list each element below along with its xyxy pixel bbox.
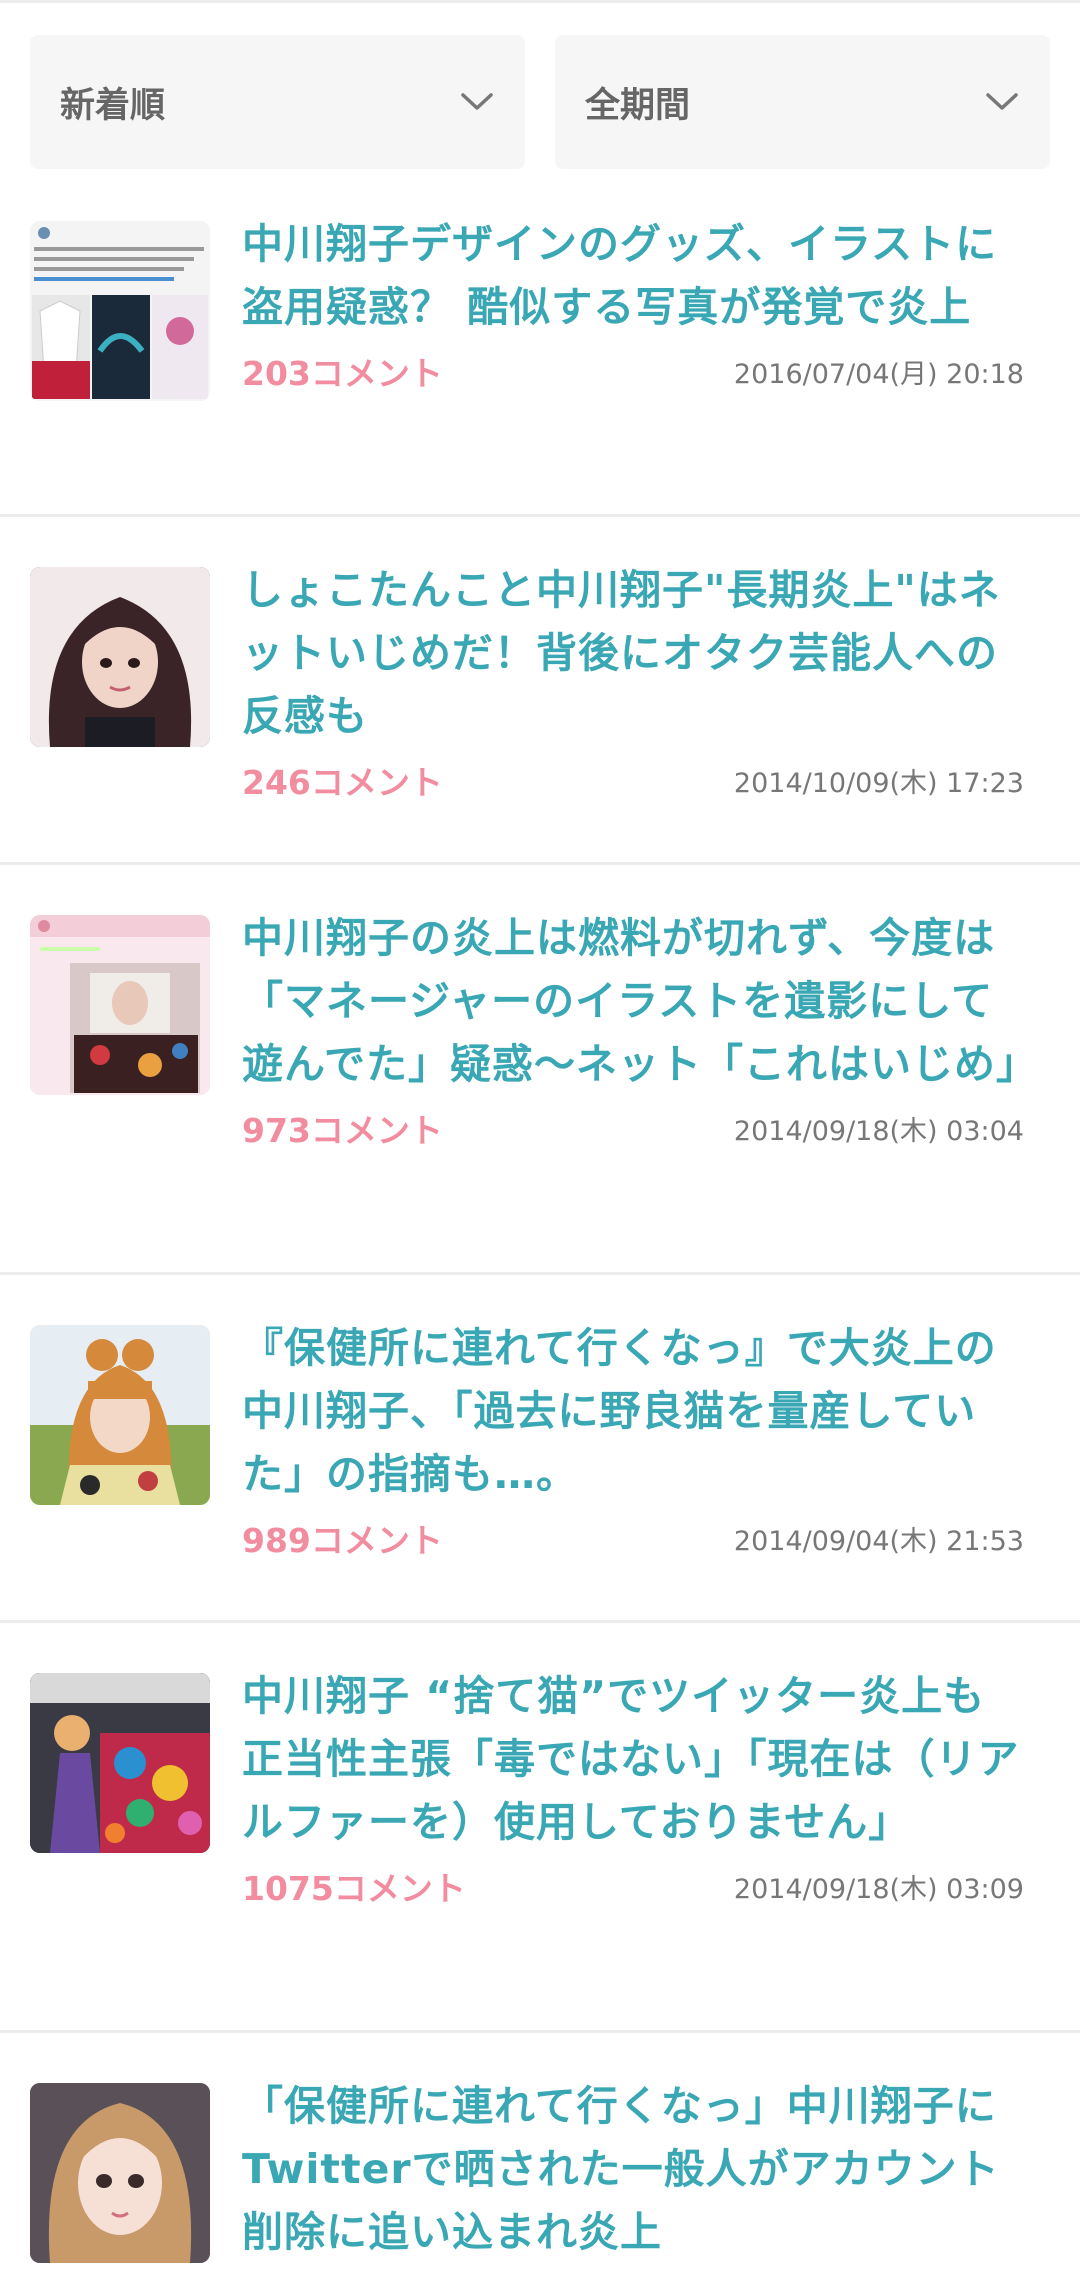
article-date: 2014/09/04(木) 21:53: [733, 1525, 1024, 1557]
article-content: 「保健所に連れて行くなっ」中川翔子にTwitterで晒された一般人がアカウント削…: [242, 2082, 1050, 2293]
article-thumbnail[interactable]: [30, 1673, 210, 1853]
article-item[interactable]: しょこたんこと中川翔子"長期炎上"はネットいじめだ！背後にオタク芸能人への反感も…: [0, 517, 1080, 865]
article-content: 『保健所に連れて行くなっ』で大炎上の中川翔子、「過去に野良猫を量産していた」の指…: [242, 1324, 1050, 1620]
article-thumbnail[interactable]: [30, 2083, 210, 2263]
article-content: しょこたんこと中川翔子"長期炎上"はネットいじめだ！背後にオタク芸能人への反感も…: [242, 566, 1050, 862]
article-item[interactable]: 中川翔子の炎上は燃料が切れず、今度は「マネージャーのイラストを遺影にして遊んでた…: [0, 865, 1080, 1275]
article-thumbnail[interactable]: [30, 1325, 210, 1505]
sort-dropdown-label: 新着順: [60, 85, 166, 126]
comment-count[interactable]: 246コメント: [242, 756, 443, 804]
comment-count[interactable]: 203コメント: [242, 347, 443, 395]
article-thumbnail[interactable]: [30, 567, 210, 747]
article-date: 2016/07/04(月) 20:18: [733, 358, 1024, 390]
article-title[interactable]: 中川翔子の炎上は燃料が切れず、今度は「マネージャーのイラストを遺影にして遊んでた…: [242, 907, 1037, 1096]
article-thumbnail[interactable]: [30, 221, 210, 401]
article-title[interactable]: 中川翔子デザインのグッズ、イラストに盗用疑惑？ 酷似する写真が発覚で炎上: [242, 213, 1020, 339]
article-item[interactable]: 『保健所に連れて行くなっ』で大炎上の中川翔子、「過去に野良猫を量産していた」の指…: [0, 1275, 1080, 1623]
article-item[interactable]: 中川翔子 “捨て猫”でツイッター炎上も正当性主張「毒ではない」「現在は（リアルフ…: [0, 1623, 1080, 2033]
article-title[interactable]: 「保健所に連れて行くなっ」中川翔子にTwitterで晒された一般人がアカウント削…: [242, 2075, 1020, 2264]
comment-count[interactable]: 973コメント: [242, 1104, 443, 1152]
article-list: 中川翔子デザインのグッズ、イラストに盗用疑惑？ 酷似する写真が発覚で炎上 203…: [0, 220, 1080, 2293]
article-title[interactable]: 中川翔子 “捨て猫”でツイッター炎上も正当性主張「毒ではない」「現在は（リアルフ…: [242, 1665, 1020, 1854]
article-content: 中川翔子 “捨て猫”でツイッター炎上も正当性主張「毒ではない」「現在は（リアルフ…: [242, 1672, 1050, 2030]
article-meta: 973コメント 2014/09/18(木) 03:04: [242, 1104, 1024, 1152]
article-meta: 203コメント 2016/07/04(月) 20:18: [242, 347, 1024, 395]
chevron-down-icon: [984, 84, 1020, 120]
period-dropdown[interactable]: 全期間: [555, 35, 1050, 169]
article-thumbnail[interactable]: [30, 915, 210, 1095]
article-date: 2014/10/09(木) 17:23: [733, 767, 1024, 799]
sort-dropdown[interactable]: 新着順: [30, 35, 525, 169]
article-meta: 1075コメント 2014/09/18(木) 03:09: [242, 1862, 1024, 1910]
chevron-down-icon: [459, 84, 495, 120]
article-content: 中川翔子の炎上は燃料が切れず、今度は「マネージャーのイラストを遺影にして遊んでた…: [242, 914, 1050, 1272]
article-meta: 989コメント 2014/09/04(木) 21:53: [242, 1514, 1024, 1562]
article-title[interactable]: 『保健所に連れて行くなっ』で大炎上の中川翔子、「過去に野良猫を量産していた」の指…: [242, 1317, 1020, 1506]
article-date: 2014/09/18(木) 03:09: [733, 1873, 1024, 1905]
article-meta: 246コメント 2014/10/09(木) 17:23: [242, 756, 1024, 804]
period-dropdown-label: 全期間: [585, 85, 691, 126]
filter-bar: 新着順 全期間: [0, 3, 1080, 169]
article-item[interactable]: 「保健所に連れて行くなっ」中川翔子にTwitterで晒された一般人がアカウント削…: [0, 2033, 1080, 2293]
article-date: 2014/09/18(木) 03:04: [733, 1115, 1024, 1147]
comment-count[interactable]: 1075コメント: [242, 1862, 466, 1910]
comment-count[interactable]: 989コメント: [242, 1514, 443, 1562]
article-title[interactable]: しょこたんこと中川翔子"長期炎上"はネットいじめだ！背後にオタク芸能人への反感も: [242, 559, 1020, 748]
article-item[interactable]: 中川翔子デザインのグッズ、イラストに盗用疑惑？ 酷似する写真が発覚で炎上 203…: [0, 220, 1080, 517]
article-content: 中川翔子デザインのグッズ、イラストに盗用疑惑？ 酷似する写真が発覚で炎上 203…: [242, 220, 1050, 514]
